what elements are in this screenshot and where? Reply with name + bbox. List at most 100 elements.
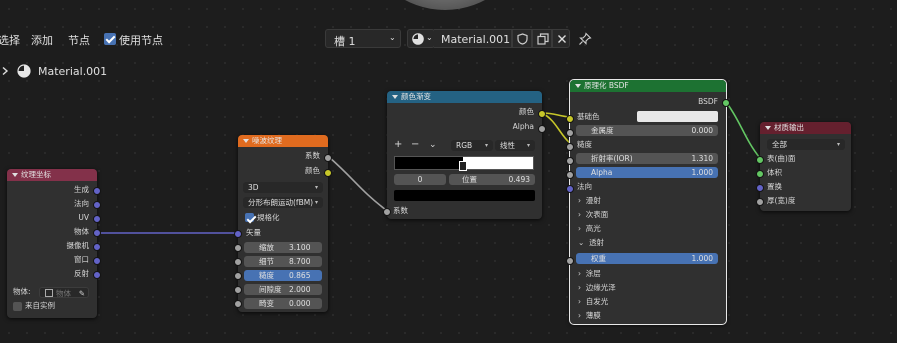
panel-emission-label: 自发光 — [585, 297, 609, 306]
interpolation-dropdown[interactable]: 线性 ▾ — [495, 140, 535, 151]
socket-volume[interactable] — [756, 170, 764, 178]
panel-subsurface-label: 次表面 — [585, 210, 609, 219]
chevron-down-icon[interactable]: ⌄ — [429, 140, 437, 150]
output-color: 颜色 — [519, 107, 534, 116]
stop-color-swatch[interactable] — [394, 190, 535, 201]
panel-coat[interactable]: › 涂层 — [578, 269, 601, 279]
color-ramp-gradient[interactable] — [394, 156, 534, 171]
lacunarity-label: 间隙度 — [259, 285, 282, 294]
panel-thin-film[interactable]: › 薄膜 — [578, 311, 601, 321]
principled-bsdf-node[interactable]: 原理化 BSDF BSDF 基础色 金属度 0.000 糙度 折射率(IOR) 1.… — [566, 79, 730, 325]
transmission-weight-field[interactable]: 权重 1.000 — [576, 253, 718, 264]
node-header[interactable]: 纹理坐标 — [7, 169, 97, 181]
scale-label: 缩放 — [259, 243, 274, 252]
socket-color[interactable] — [324, 169, 332, 177]
roughness-value: 0.865 — [289, 271, 311, 280]
socket-displacement[interactable] — [756, 184, 764, 192]
output-generated: 生成 — [74, 185, 89, 194]
alpha-label: Alpha — [591, 168, 613, 177]
ramp-white-segment — [463, 157, 533, 169]
panel-diffuse-label: 漫射 — [585, 196, 601, 205]
socket-lacunarity[interactable] — [234, 286, 242, 294]
object-picker[interactable]: 物体 ✎ — [39, 287, 89, 298]
panel-sheen[interactable]: › 边缘光泽 — [578, 283, 616, 293]
socket-normal[interactable] — [93, 201, 101, 209]
roughness-field[interactable]: 糙度 0.865 — [244, 270, 322, 281]
socket-roughness[interactable] — [234, 272, 242, 280]
socket-thickness[interactable] — [756, 198, 764, 206]
noise-type-dropdown[interactable]: 分形布朗运动(fBM) ▾ — [243, 197, 323, 208]
base-color-swatch[interactable] — [637, 111, 718, 122]
material-output-node[interactable]: 材质输出 全部 ▾ 表(曲)面 体积 置换 厚(宽)度 — [756, 122, 851, 211]
output-target-dropdown[interactable]: 全部 ▾ — [767, 139, 845, 150]
panel-coat-label: 涂层 — [585, 269, 601, 278]
socket-object[interactable] — [93, 229, 101, 237]
socket-generated[interactable] — [93, 187, 101, 195]
lacunarity-value: 2.000 — [289, 285, 311, 294]
socket-surface[interactable] — [756, 156, 764, 164]
socket-ior[interactable] — [566, 157, 574, 165]
socket-base-color[interactable] — [566, 115, 574, 123]
output-normal: 法向 — [74, 199, 89, 208]
noise-texture-node[interactable]: 噪波纹理 系数 颜色 3D ▾ 分形布朗运动(fBM) ▾ 規格化 矢量 缩放 3.1… — [234, 135, 332, 312]
panel-transmission[interactable]: ⌄ 透射 — [578, 238, 604, 248]
socket-bsdf[interactable] — [722, 99, 730, 107]
distortion-field[interactable]: 畸变 0.000 — [244, 298, 322, 309]
socket-camera[interactable] — [93, 243, 101, 251]
panel-specular-label: 高光 — [585, 224, 601, 233]
ior-label: 折射率(IOR) — [591, 154, 633, 163]
output-color: 颜色 — [305, 166, 320, 175]
node-header[interactable]: 颜色渐变 — [387, 91, 542, 103]
output-fac: 系数 — [305, 151, 320, 160]
output-bsdf: BSDF — [698, 97, 718, 106]
panel-specular[interactable]: › 高光 — [578, 224, 601, 234]
socket-alpha[interactable] — [538, 125, 546, 133]
node-header[interactable]: 噪波纹理 — [238, 135, 328, 147]
socket-detail[interactable] — [234, 258, 242, 266]
detail-field[interactable]: 细节 8.700 — [244, 256, 322, 267]
stop-position-field[interactable]: 位置 0.493 — [449, 174, 535, 185]
panel-diffuse[interactable]: › 漫射 — [578, 196, 601, 206]
add-stop-icon[interactable]: + — [394, 140, 402, 150]
socket-reflection[interactable] — [93, 271, 101, 279]
output-reflection: 反射 — [74, 269, 89, 278]
socket-metallic[interactable] — [566, 129, 574, 137]
socket-window[interactable] — [93, 257, 101, 265]
socket-scale[interactable] — [234, 244, 242, 252]
socket-color[interactable] — [538, 110, 546, 118]
from-instancer-checkbox[interactable] — [13, 302, 22, 311]
socket-transmission-weight[interactable] — [566, 257, 574, 265]
socket-factor[interactable] — [383, 208, 391, 216]
color-stop-handle[interactable] — [459, 161, 468, 171]
color-ramp-node[interactable]: 颜色渐变 颜色 Alpha + − ⌄ RGB ▾ 线性 ▾ 0 位置 0.493 系… — [383, 91, 546, 219]
socket-distortion[interactable] — [234, 300, 242, 308]
socket-alpha[interactable] — [566, 171, 574, 179]
output-object: 物体 — [74, 227, 89, 236]
node-header[interactable]: 材质输出 — [760, 122, 851, 134]
normalize-checkbox[interactable] — [245, 213, 254, 222]
color-mode-dropdown[interactable]: RGB ▾ — [451, 140, 493, 151]
node-header[interactable]: 原理化 BSDF — [570, 80, 726, 92]
alpha-field[interactable]: Alpha 1.000 — [576, 167, 718, 178]
socket-uv[interactable] — [93, 215, 101, 223]
panel-subsurface[interactable]: › 次表面 — [578, 210, 608, 220]
metallic-field[interactable]: 金属度 0.000 — [576, 125, 718, 136]
dimension-dropdown[interactable]: 3D ▾ — [243, 182, 323, 193]
lacunarity-field[interactable]: 间隙度 2.000 — [244, 284, 322, 295]
stop-index-value: 0 — [417, 175, 423, 184]
panel-emission[interactable]: › 自发光 — [578, 297, 608, 307]
stop-index-field[interactable]: 0 — [394, 174, 446, 185]
socket-roughness[interactable] — [566, 143, 574, 151]
chevron-down-icon: ▾ — [314, 184, 318, 191]
socket-normal[interactable] — [566, 185, 574, 193]
socket-vector[interactable] — [234, 230, 242, 238]
remove-stop-icon[interactable]: − — [411, 140, 419, 150]
chevron-down-icon: ▾ — [484, 142, 488, 149]
metallic-value: 0.000 — [691, 126, 713, 135]
eyedropper-icon[interactable]: ✎ — [79, 288, 85, 299]
scale-field[interactable]: 缩放 3.100 — [244, 242, 322, 253]
node-editor-canvas[interactable]: 选择 添加 节点 使用节点 槽 1 ⌄ ⌄ Material.001 Mater… — [0, 0, 897, 343]
texture-coordinate-node[interactable]: 纹理坐标 生成 法向 UV 物体 摄像机 窗口 反射 物体: 物体 ✎ 来自实例 — [7, 169, 101, 318]
socket-fac[interactable] — [324, 154, 332, 162]
ior-field[interactable]: 折射率(IOR) 1.310 — [576, 153, 718, 164]
